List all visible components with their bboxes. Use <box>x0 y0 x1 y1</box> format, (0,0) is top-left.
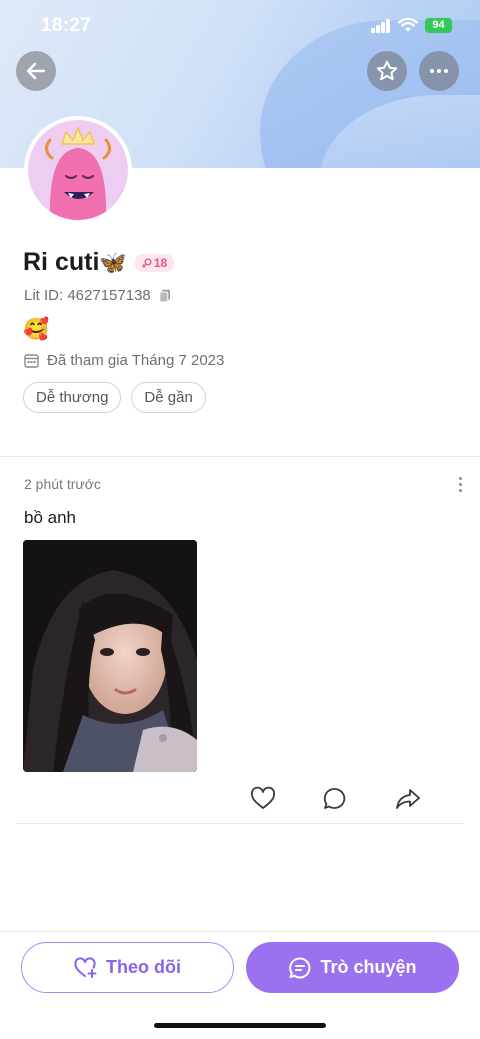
age-badge: 18 <box>134 253 175 272</box>
tag-chip[interactable]: Dễ gần <box>131 382 206 413</box>
share-icon[interactable] <box>395 786 421 812</box>
status-bar: 18:27 94 <box>0 0 480 52</box>
more-button[interactable] <box>419 51 459 91</box>
star-icon <box>376 60 398 81</box>
avatar[interactable] <box>24 116 132 224</box>
post-image[interactable] <box>23 540 197 772</box>
chat-icon <box>289 956 311 978</box>
back-button[interactable] <box>16 51 56 91</box>
calendar-icon <box>24 354 39 368</box>
more-horizontal-icon <box>430 69 448 73</box>
profile-name: Ri cuti <box>23 248 100 276</box>
butterfly-emoji: 🦋 <box>99 249 127 275</box>
chat-label: Trò chuyện <box>320 957 417 977</box>
gender-icon <box>142 258 152 268</box>
profile-name-row: Ri cuti 🦋 18 <box>23 248 175 277</box>
profile-tags: Dễ thương Dễ gần <box>23 382 206 413</box>
follow-label: Theo dõi <box>106 957 181 977</box>
favorite-button[interactable] <box>367 51 407 91</box>
status-time: 18:27 <box>41 15 92 36</box>
heart-icon[interactable] <box>250 786 276 812</box>
bottom-action-bar: Theo dõi Trò chuyện <box>0 931 480 1039</box>
post-more-button[interactable] <box>455 477 465 493</box>
monster-avatar-icon <box>45 126 111 220</box>
avatar-image <box>28 120 128 220</box>
lit-id-row: Lit ID: 4627157138 <box>24 287 171 304</box>
arrow-left-icon <box>26 62 46 80</box>
bio-emoji: 🥰 <box>23 318 50 341</box>
joined-row: Đã tham gia Tháng 7 2023 <box>24 352 224 369</box>
post-text: bồ anh <box>24 508 76 527</box>
signal-icon <box>371 19 391 33</box>
battery-indicator: 94 <box>425 18 452 33</box>
age-value: 18 <box>153 255 168 270</box>
post-photo <box>23 540 197 772</box>
copy-icon[interactable] <box>159 289 171 303</box>
divider <box>0 456 480 457</box>
chat-button[interactable]: Trò chuyện <box>246 942 459 993</box>
heart-plus-icon <box>74 956 97 978</box>
lit-id: Lit ID: 4627157138 <box>24 287 151 304</box>
follow-button[interactable]: Theo dõi <box>21 942 234 993</box>
post-time: 2 phút trước <box>24 476 101 492</box>
comment-icon[interactable] <box>322 786 348 812</box>
tag-chip[interactable]: Dễ thương <box>23 382 122 413</box>
wifi-icon <box>398 17 418 32</box>
home-indicator <box>154 1023 326 1028</box>
joined-date: Đã tham gia Tháng 7 2023 <box>47 352 225 369</box>
divider <box>16 823 464 824</box>
